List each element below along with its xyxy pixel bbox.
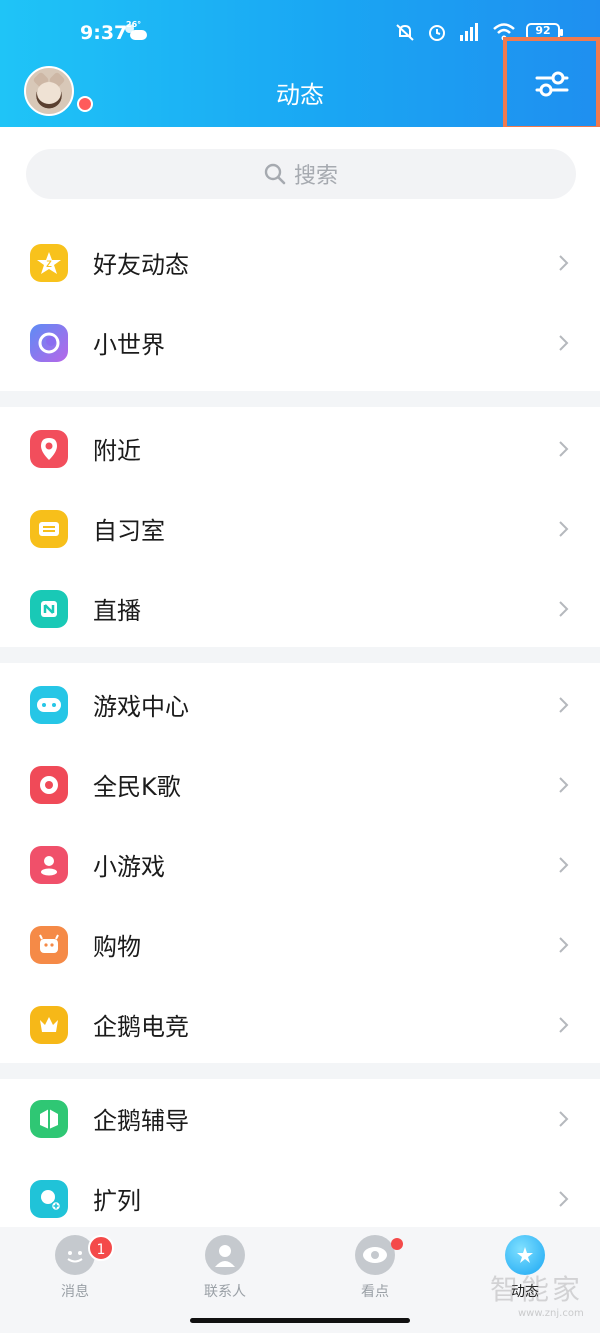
search-input[interactable]: 搜索 xyxy=(26,149,576,199)
chevron-right-icon xyxy=(559,777,569,793)
list-item-label: 购物 xyxy=(93,933,141,961)
list-item-small-world[interactable]: 小世界 xyxy=(0,303,600,383)
chevron-right-icon xyxy=(559,1191,569,1207)
list-item-label: 扩列 xyxy=(93,1187,141,1215)
list-item-friend-feed[interactable]: Z 好友动态 xyxy=(0,223,600,303)
list-item-live[interactable]: 直播 xyxy=(0,569,600,649)
weather-temperature: 26° xyxy=(126,20,142,29)
list-item-tutoring[interactable]: 企鹅辅导 xyxy=(0,1079,600,1159)
gamepad-icon xyxy=(30,686,68,724)
tutoring-book-icon xyxy=(30,1100,68,1138)
location-pin-icon xyxy=(30,430,68,468)
chevron-right-icon xyxy=(559,1017,569,1033)
tab-contacts[interactable]: 联系人 xyxy=(165,1235,285,1301)
tab-label: 消息 xyxy=(61,1284,89,1300)
add-friend-icon xyxy=(30,1180,68,1218)
karaoke-icon xyxy=(30,766,68,804)
weather-icon: 26° xyxy=(125,20,147,42)
list-item-label: 自习室 xyxy=(93,517,165,545)
list-item-label: 小游戏 xyxy=(93,853,165,881)
list-item-shopping[interactable]: 购物 xyxy=(0,905,600,985)
chevron-right-icon xyxy=(559,441,569,457)
list-item-mini-game[interactable]: 小游戏 xyxy=(0,825,600,905)
list-item-game-center[interactable]: 游戏中心 xyxy=(0,665,600,745)
chevron-right-icon xyxy=(559,1111,569,1127)
settings-filter-button[interactable] xyxy=(503,37,600,130)
list-item-label: 全民K歌 xyxy=(93,773,181,801)
list-item-label: 好友动态 xyxy=(93,251,189,279)
battery-level: 92 xyxy=(535,24,551,37)
group-entertainment: 游戏中心 全民K歌 小游戏 购物 企鹅电竞 xyxy=(0,663,600,1063)
watermark-url: www.znj.com xyxy=(518,1308,584,1319)
chevron-right-icon xyxy=(559,335,569,351)
svg-text:Z: Z xyxy=(46,259,52,269)
chevron-right-icon xyxy=(559,521,569,537)
chevron-right-icon xyxy=(559,697,569,713)
mini-game-icon xyxy=(30,846,68,884)
search-section: 搜索 xyxy=(0,127,600,215)
notification-dot xyxy=(391,1238,403,1250)
small-world-icon xyxy=(30,324,68,362)
unread-badge: 1 xyxy=(88,1235,114,1261)
tab-messages[interactable]: 1 消息 xyxy=(15,1235,135,1301)
qzone-star-icon: Z xyxy=(30,244,68,282)
search-icon xyxy=(264,163,286,185)
watermark-logo: 智能家 xyxy=(490,1273,584,1306)
chevron-right-icon xyxy=(559,255,569,271)
status-time: 9:37 xyxy=(80,22,128,44)
list-item-label: 直播 xyxy=(93,597,141,625)
chevron-right-icon xyxy=(559,937,569,953)
mute-bell-icon xyxy=(396,24,414,41)
group-social: Z 好友动态 小世界 xyxy=(0,215,600,391)
tab-label: 联系人 xyxy=(204,1284,246,1300)
esports-crown-icon xyxy=(30,1006,68,1044)
study-room-icon xyxy=(30,510,68,548)
list-item-karaoke[interactable]: 全民K歌 xyxy=(0,745,600,825)
live-icon xyxy=(30,590,68,628)
group-more: 企鹅辅导 扩列 xyxy=(0,1079,600,1227)
list-item-label: 企鹅电竞 xyxy=(93,1013,189,1041)
group-nearby: 附近 自习室 直播 xyxy=(0,407,600,647)
list-item-label: 附近 xyxy=(93,437,141,465)
alarm-clock-icon xyxy=(429,25,445,41)
home-indicator[interactable] xyxy=(190,1318,410,1323)
eye-icon xyxy=(355,1235,395,1275)
shopping-icon xyxy=(30,926,68,964)
tab-discover[interactable]: 看点 xyxy=(315,1235,435,1301)
list-item-esports[interactable]: 企鹅电竞 xyxy=(0,985,600,1065)
list-item-label: 企鹅辅导 xyxy=(93,1107,189,1135)
header-bar: 9:37 26° 92 动态 xyxy=(0,0,600,130)
list-item-label: 小世界 xyxy=(93,331,165,359)
signal-icon xyxy=(460,23,478,41)
content-area: 搜索 Z 好友动态 小世界 附近 自习室 直播 游戏中心 全民K歌 小游戏 购物… xyxy=(0,127,600,1227)
sliders-icon xyxy=(535,71,568,96)
chevron-right-icon xyxy=(559,857,569,873)
list-item-study-room[interactable]: 自习室 xyxy=(0,489,600,569)
list-item-nearby[interactable]: 附近 xyxy=(0,409,600,489)
tab-label: 看点 xyxy=(361,1284,389,1300)
search-placeholder: 搜索 xyxy=(293,164,338,189)
chevron-right-icon xyxy=(559,601,569,617)
list-item-label: 游戏中心 xyxy=(93,693,189,721)
contacts-icon xyxy=(205,1235,245,1275)
